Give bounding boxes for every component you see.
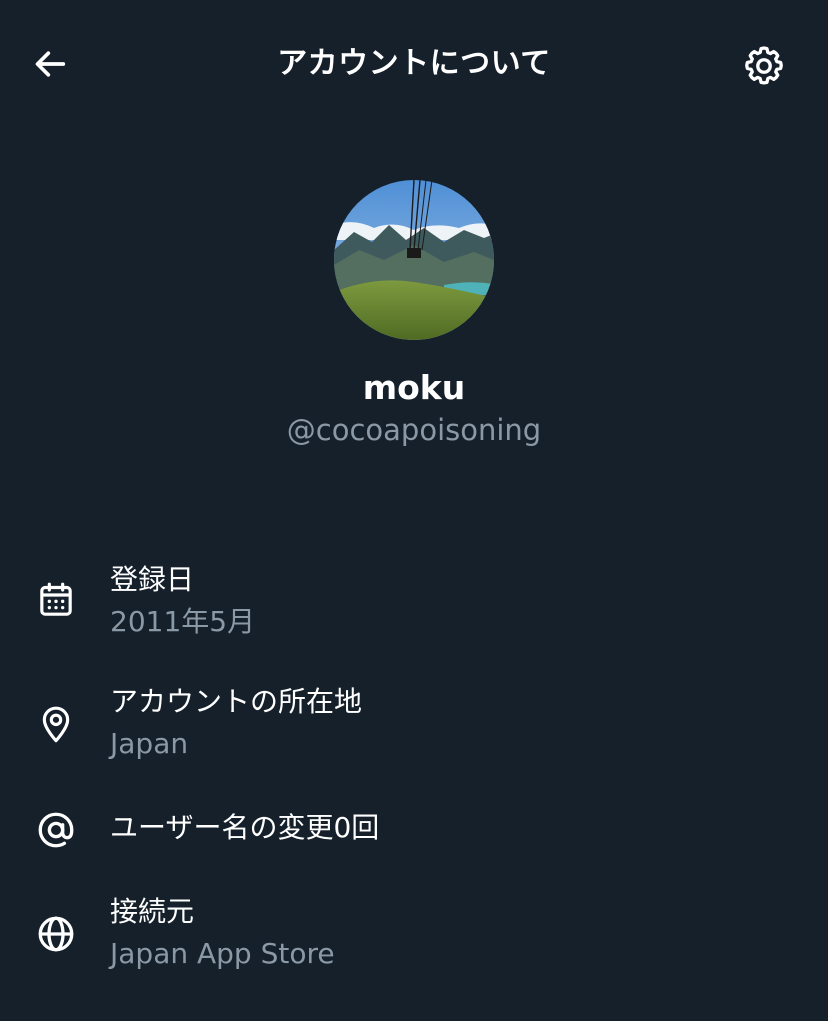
location-label: アカウントの所在地 bbox=[110, 685, 363, 718]
globe-icon bbox=[34, 912, 78, 956]
at-sign-icon bbox=[34, 808, 78, 852]
username: @cocoapoisoning bbox=[286, 413, 542, 447]
location-pin-icon bbox=[34, 702, 78, 746]
connected-via-label: 接続元 bbox=[110, 895, 195, 928]
avatar-photo bbox=[334, 180, 494, 340]
calendar-icon bbox=[34, 578, 78, 622]
gear-icon bbox=[745, 46, 783, 85]
username-changes-label: ユーザー名の変更0回 bbox=[110, 811, 380, 844]
joined-label: 登録日 bbox=[110, 563, 195, 596]
avatar[interactable] bbox=[334, 180, 494, 340]
page-title: アカウントについて bbox=[277, 46, 551, 81]
joined-value: 2011年5月 bbox=[110, 605, 256, 638]
connected-via-value: Japan App Store bbox=[110, 937, 335, 970]
display-name: moku bbox=[362, 368, 466, 407]
location-value: Japan bbox=[110, 727, 189, 760]
top-bar: アカウントについて bbox=[0, 0, 828, 128]
settings-button[interactable] bbox=[738, 40, 790, 92]
